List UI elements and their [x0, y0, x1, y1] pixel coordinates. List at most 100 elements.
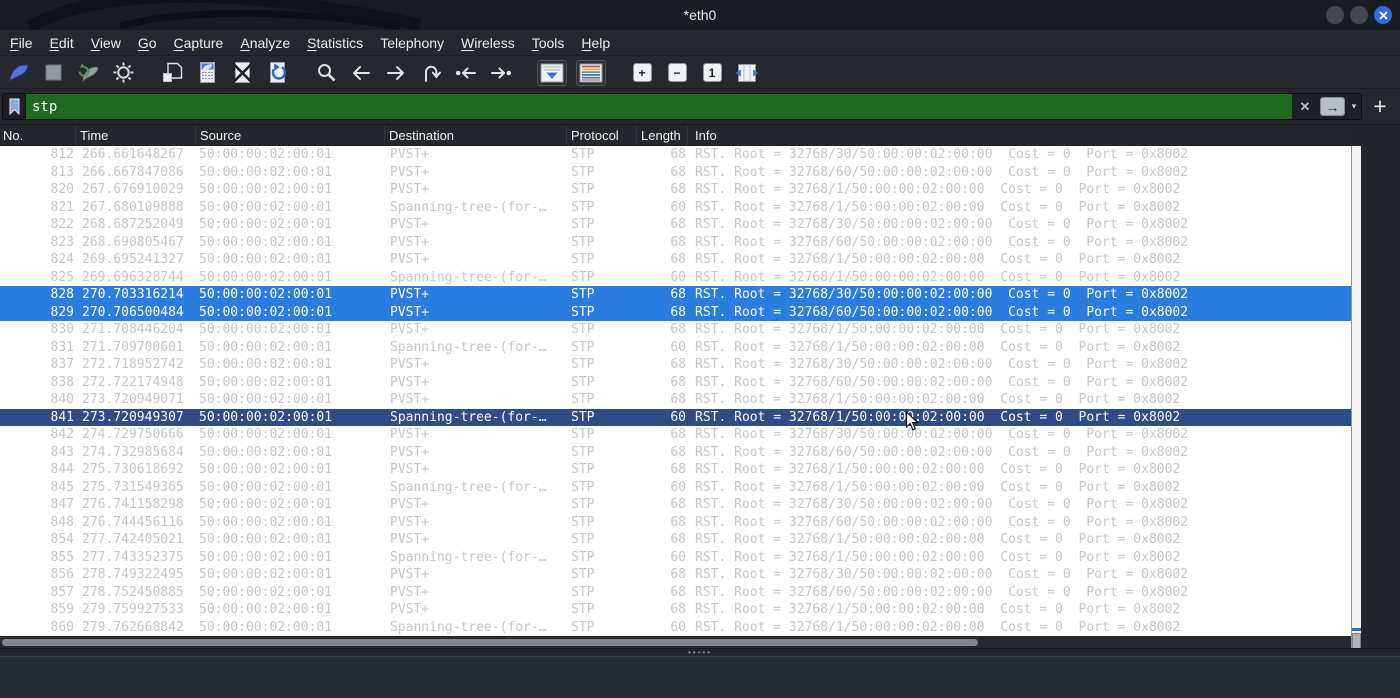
cell-info: RST. Root = 32768/1/50:00:00:02:00:00 Co…	[695, 182, 1181, 197]
go-to-packet-icon	[420, 62, 442, 84]
filter-bookmark-button[interactable]	[3, 94, 26, 119]
menu-item-analyze[interactable]: Analyze	[240, 35, 290, 51]
packet-row[interactable]: 831 271.709700601 50:00:00:02:00:01 Spannin…	[0, 339, 1351, 357]
menu-item-file[interactable]: File	[10, 35, 33, 51]
packet-row[interactable]: 843 274.732985684 50:00:00:02:00:01 PVST+ ST…	[0, 444, 1351, 462]
zoom-out-button[interactable]: −	[664, 60, 690, 86]
packet-row[interactable]: 829 270.706500484 50:00:00:02:00:01 PVST+ ST…	[0, 303, 1351, 321]
column-header-length[interactable]: Length	[637, 126, 688, 145]
close-file-button[interactable]	[229, 60, 255, 86]
clear-filter-icon[interactable]: ✕	[1292, 99, 1318, 115]
cell-destination: PVST+	[390, 287, 430, 302]
stop-capture-button[interactable]	[40, 60, 66, 86]
reload-file-button[interactable]	[264, 60, 290, 86]
go-last-button[interactable]	[488, 60, 514, 86]
packet-row[interactable]: 823 268.690805467 50:00:00:02:00:01 PVST+ ST…	[0, 234, 1351, 252]
packet-row[interactable]: 856 278.749322495 50:00:00:02:00:01 PVST+ ST…	[0, 566, 1351, 584]
filter-dropdown-caret[interactable]: ▾	[1347, 101, 1361, 112]
cell-no: 845	[50, 479, 74, 495]
cell-no: 825	[50, 269, 74, 285]
apply-filter-button[interactable]: →	[1320, 97, 1345, 116]
go-first-button[interactable]	[453, 60, 479, 86]
packet-row[interactable]: 830 271.708446204 50:00:00:02:00:01 PVST+ ST…	[0, 321, 1351, 339]
packet-row[interactable]: 859 279.759927533 50:00:00:02:00:01 PVST+ ST…	[0, 601, 1351, 619]
filter-field[interactable]: stp ✕ → ▾	[2, 93, 1362, 120]
column-header-no[interactable]: No.	[0, 126, 76, 145]
cell-time: 270.706500484	[82, 304, 184, 320]
cell-destination: PVST+	[390, 164, 430, 180]
column-header-protocol[interactable]: Protocol	[567, 126, 637, 145]
horizontal-scrollbar-thumb[interactable]	[2, 639, 978, 646]
menu-item-wireless[interactable]: Wireless	[461, 35, 515, 51]
menu-item-edit[interactable]: Edit	[50, 35, 74, 51]
column-header-source[interactable]: Source	[196, 126, 385, 145]
go-to-packet-button[interactable]	[418, 60, 444, 86]
find-packet-button[interactable]	[313, 60, 339, 86]
packet-row[interactable]: 838 272.722174948 50:00:00:02:00:01 PVST+ ST…	[0, 374, 1351, 392]
packet-row[interactable]: 860 279.762668842 50:00:00:02:00:01 Spannin…	[0, 619, 1351, 637]
cell-time: 271.708446204	[82, 322, 184, 337]
packet-row[interactable]: 825 269.696328744 50:00:00:02:00:01 Spannin…	[0, 269, 1351, 287]
column-header-time[interactable]: Time	[76, 126, 196, 145]
packet-row[interactable]: 847 276.741158298 50:00:00:02:00:01 PVST+ ST…	[0, 496, 1351, 514]
packet-row[interactable]: 845 275.731549365 50:00:00:02:00:01 Spannin…	[0, 479, 1351, 497]
maximize-button[interactable]	[1350, 6, 1368, 24]
save-file-button[interactable]	[194, 60, 220, 86]
packet-row[interactable]: 837 272.718952742 50:00:00:02:00:01 PVST+ ST…	[0, 356, 1351, 374]
cell-protocol: STP	[571, 532, 595, 547]
packet-row[interactable]: 824 269.695241327 50:00:00:02:00:01 PVST+ ST…	[0, 251, 1351, 269]
menu-item-view[interactable]: View	[91, 35, 121, 51]
packet-row[interactable]: 844 275.730618692 50:00:00:02:00:01 PVST+ ST…	[0, 461, 1351, 479]
cell-no: 822	[50, 217, 74, 232]
menu-item-telephony[interactable]: Telephony	[380, 35, 444, 51]
cell-destination: Spanning-tree-(for-…	[390, 339, 547, 355]
resize-columns-button[interactable]	[734, 60, 760, 86]
menu-item-tools[interactable]: Tools	[532, 35, 565, 51]
menu-item-help[interactable]: Help	[581, 35, 610, 51]
packet-row[interactable]: 820 267.676910029 50:00:00:02:00:01 PVST+ ST…	[0, 181, 1351, 199]
packet-row[interactable]: 854 277.742405021 50:00:00:02:00:01 PVST+ ST…	[0, 531, 1351, 549]
cell-protocol: STP	[571, 514, 595, 530]
auto-scroll-button[interactable]	[537, 59, 567, 86]
go-back-button[interactable]	[348, 60, 374, 86]
titlebar[interactable]: *eth0	[0, 0, 1400, 30]
packet-row[interactable]: 812 266.661648267 50:00:00:02:00:01 PVST+ ST…	[0, 146, 1351, 164]
close-file-icon	[231, 61, 254, 84]
close-button[interactable]	[1374, 6, 1392, 24]
menu-item-capture[interactable]: Capture	[174, 35, 224, 51]
packet-row[interactable]: 821 267.680109888 50:00:00:02:00:01 Spannin…	[0, 199, 1351, 217]
vertical-scrollbar[interactable]	[1351, 146, 1361, 649]
add-filter-button[interactable]: +	[1368, 93, 1392, 120]
packet-row[interactable]: 828 270.703316214 50:00:00:02:00:01 PVST+ ST…	[0, 286, 1351, 304]
menu-item-statistics[interactable]: Statistics	[307, 35, 363, 51]
pane-splitter[interactable]: •••••	[0, 648, 1400, 656]
open-file-button[interactable]	[159, 60, 185, 86]
go-forward-button[interactable]	[383, 60, 409, 86]
menu-item-go[interactable]: Go	[138, 35, 157, 51]
cell-source: 50:00:00:02:00:01	[199, 182, 333, 197]
filter-input[interactable]: stp	[26, 94, 1292, 119]
packet-row[interactable]: 855 277.743352375 50:00:00:02:00:01 Spannin…	[0, 549, 1351, 567]
minimize-button[interactable]	[1326, 6, 1344, 24]
packet-row[interactable]: 857 278.752450885 50:00:00:02:00:01 PVST+ ST…	[0, 584, 1351, 602]
cell-length: 68	[670, 357, 686, 372]
capture-options-button[interactable]	[110, 60, 136, 86]
cell-info: RST. Root = 32768/30/50:00:00:02:00:00 C…	[695, 357, 1189, 372]
zoom-reset-button[interactable]: 1	[699, 60, 725, 86]
column-header-info[interactable]: Info	[688, 126, 1351, 145]
cell-source: 50:00:00:02:00:01	[199, 444, 333, 460]
column-header-destination[interactable]: Destination	[385, 126, 567, 145]
colorize-button[interactable]	[576, 59, 606, 86]
packet-row[interactable]: 841 273.720949307 50:00:00:02:00:01 Spannin…	[0, 408, 1351, 426]
start-capture-button[interactable]	[5, 60, 31, 86]
packet-row[interactable]: 848 276.744456116 50:00:00:02:00:01 PVST+ ST…	[0, 514, 1351, 532]
zoom-in-button[interactable]: +	[629, 60, 655, 86]
packet-row[interactable]: 840 273.720949071 50:00:00:02:00:01 PVST+ ST…	[0, 391, 1351, 409]
cell-protocol: STP	[571, 549, 595, 565]
packet-row[interactable]: 813 266.667847086 50:00:00:02:00:01 PVST+ ST…	[0, 164, 1351, 182]
vertical-scrollbar-thumb[interactable]	[1352, 633, 1361, 649]
packet-row[interactable]: 842 274.729750666 50:00:00:02:00:01 PVST+ ST…	[0, 426, 1351, 444]
packet-row[interactable]: 822 268.687252049 50:00:00:02:00:01 PVST+ ST…	[0, 216, 1351, 234]
kali-logo	[26, 0, 422, 30]
restart-capture-button[interactable]	[75, 60, 101, 86]
